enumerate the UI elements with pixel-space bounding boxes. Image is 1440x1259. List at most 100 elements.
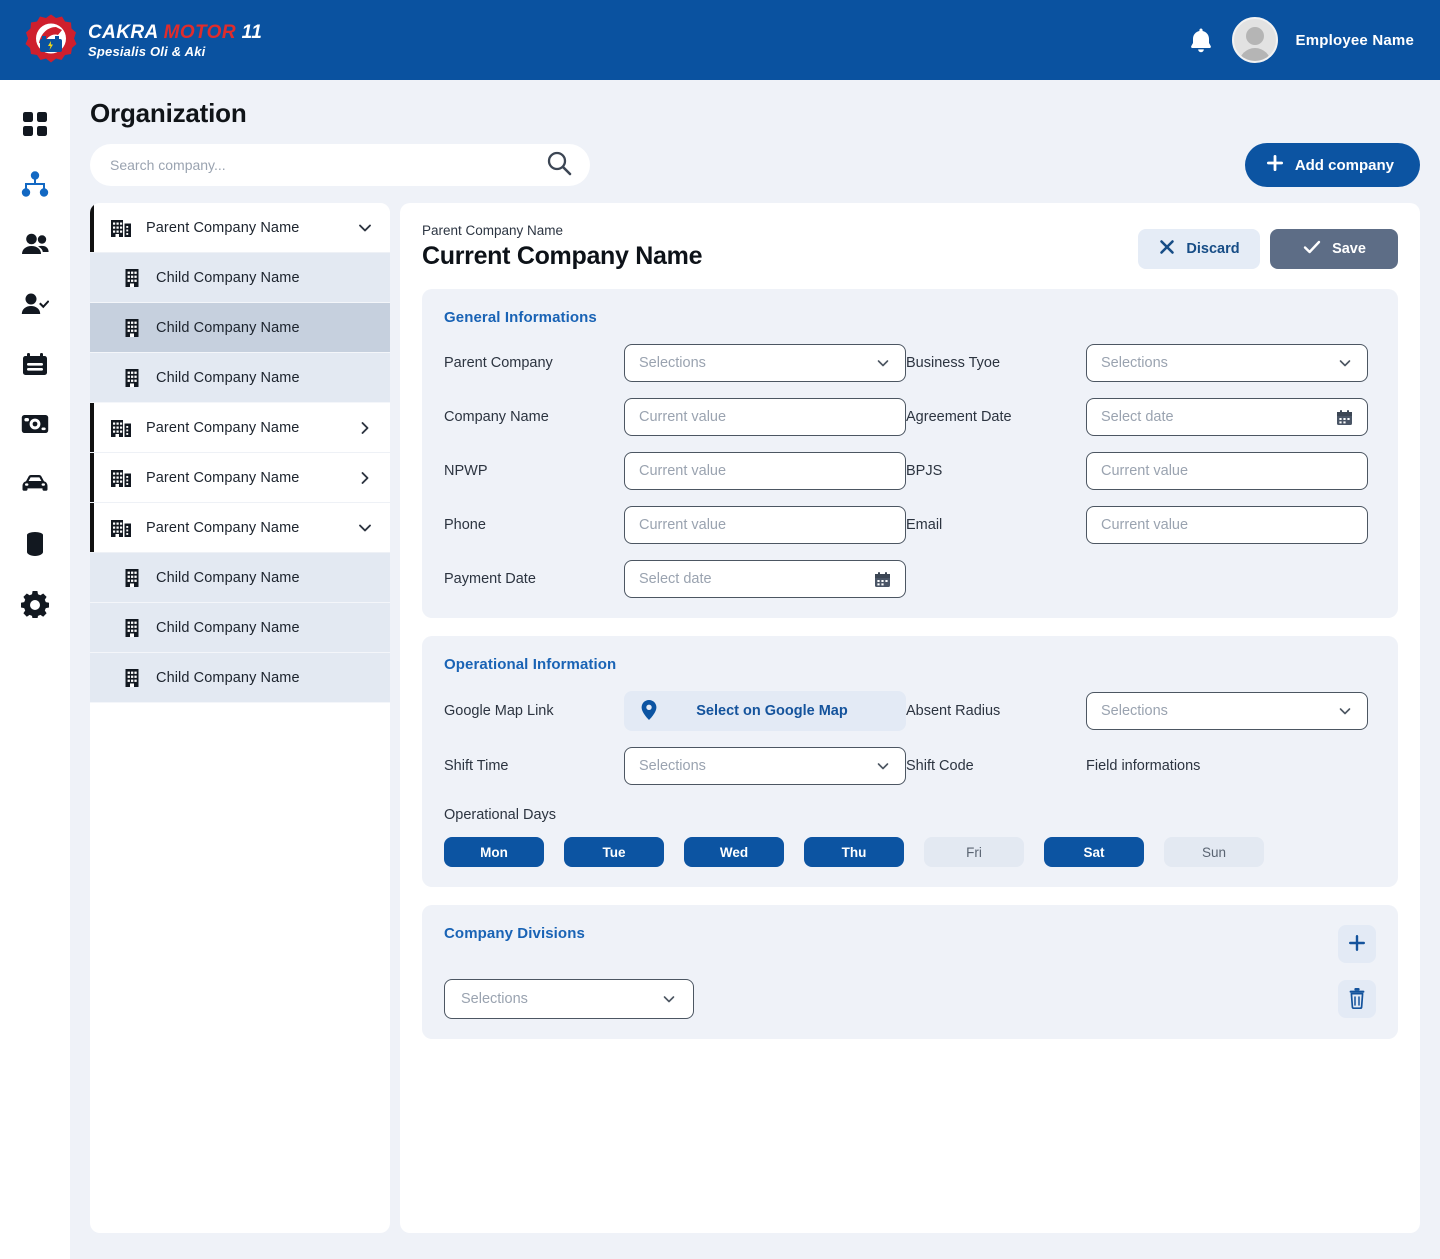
plus-icon (1346, 932, 1368, 957)
tree-item-label: Child Company Name (156, 369, 300, 386)
day-chip-sun[interactable]: Sun (1164, 837, 1264, 867)
sidebar-item-inspection[interactable] (13, 402, 57, 446)
calendar-icon[interactable] (874, 571, 891, 588)
chevron-down-icon[interactable] (356, 519, 374, 537)
company-name-field[interactable] (624, 398, 906, 436)
sidebar-item-settings[interactable] (13, 582, 57, 626)
discard-button[interactable]: Discard (1138, 229, 1260, 269)
email-field[interactable] (1086, 506, 1368, 544)
card-icon (22, 352, 48, 376)
tree-item-label: Parent Company Name (146, 219, 300, 236)
brand-wordmark: CAKRA MOTOR 11 Spesialis Oli & Aki (88, 23, 262, 58)
chevron-right-icon[interactable] (356, 419, 374, 437)
tree-item-parent[interactable]: Parent Company Name (90, 403, 390, 453)
sidebar-item-employees[interactable] (13, 222, 57, 266)
body-split: Parent Company Name Child Company Name C… (90, 203, 1420, 1233)
agreement-date-field[interactable]: Select date (1086, 398, 1368, 436)
add-company-button[interactable]: Add company (1244, 143, 1420, 187)
users-icon (21, 232, 49, 256)
delete-division-button[interactable] (1338, 980, 1376, 1018)
bpjs-field[interactable] (1086, 452, 1368, 490)
tree-item-child[interactable]: Child Company Name (90, 603, 390, 653)
business-type-select[interactable]: Selections (1086, 344, 1368, 382)
npwp-input[interactable] (639, 463, 891, 479)
avatar[interactable] (1231, 17, 1278, 63)
npwp-field[interactable] (624, 452, 906, 490)
tree-item-label: Parent Company Name (146, 519, 300, 536)
day-chip-fri[interactable]: Fri (924, 837, 1024, 867)
toolbar-row: Add company (90, 143, 1420, 187)
breadcrumb: Parent Company Name (422, 223, 564, 238)
chevron-right-icon[interactable] (356, 469, 374, 487)
close-x-icon (1158, 238, 1176, 260)
parent-company-icon (110, 217, 132, 239)
day-chip-mon[interactable]: Mon (444, 837, 544, 867)
sidebar-item-vehicles[interactable] (13, 462, 57, 506)
search-input[interactable] (110, 157, 546, 173)
battery-icon (24, 531, 46, 557)
division-value: Selections (461, 991, 528, 1007)
brand-logo[interactable]: CAKRA MOTOR 11 Spesialis Oli & Aki (24, 13, 262, 67)
label-agreement-date: Agreement Date (906, 409, 1012, 425)
division-delete-wrap (1338, 980, 1376, 1018)
phone-field[interactable] (624, 506, 906, 544)
car-icon (21, 473, 49, 495)
search-box[interactable] (90, 144, 590, 186)
sidebar-item-organization[interactable] (13, 162, 57, 206)
label-company-name: Company Name (444, 409, 549, 425)
phone-input[interactable] (639, 517, 891, 533)
bell-icon[interactable] (1188, 26, 1214, 54)
company-name-input[interactable] (639, 409, 891, 425)
tree-item-parent[interactable]: Parent Company Name (90, 503, 390, 553)
label-shift-time: Shift Time (444, 758, 509, 774)
tree-item-child[interactable]: Child Company Name (90, 653, 390, 703)
bpjs-input[interactable] (1101, 463, 1353, 479)
chevron-down-icon[interactable] (356, 219, 374, 237)
tree-item-child[interactable]: Child Company Name (90, 253, 390, 303)
child-company-icon (122, 367, 142, 389)
operational-days-row: Mon Tue Wed Thu Fri Sat Sun (444, 837, 1376, 867)
tree-item-parent[interactable]: Parent Company Name (90, 453, 390, 503)
parent-company-select[interactable]: Selections (624, 344, 906, 382)
operational-days-label: Operational Days (444, 807, 557, 823)
sidebar-item-payroll[interactable] (13, 342, 57, 386)
day-chip-tue[interactable]: Tue (564, 837, 664, 867)
search-icon[interactable] (546, 150, 572, 181)
division-select[interactable]: Selections (444, 979, 694, 1019)
tree-item-parent[interactable]: Parent Company Name (90, 203, 390, 253)
calendar-icon[interactable] (1336, 409, 1353, 426)
payment-date-field[interactable]: Select date (624, 560, 906, 598)
select-on-google-map-button[interactable]: Select on Google Map (624, 691, 906, 731)
day-chip-wed[interactable]: Wed (684, 837, 784, 867)
child-company-icon (122, 317, 142, 339)
sidebar-item-inventory[interactable] (13, 522, 57, 566)
add-division-button[interactable] (1338, 925, 1376, 963)
label-business-type: Business Tyoe (906, 355, 1001, 371)
tree-item-child[interactable]: Child Company Name (90, 553, 390, 603)
save-button[interactable]: Save (1270, 229, 1398, 269)
parent-company-icon (110, 417, 132, 439)
operational-information-section: Operational Information Google Map Link … (422, 636, 1398, 887)
absent-radius-select[interactable]: Selections (1086, 692, 1368, 730)
sidebar-item-dashboard[interactable] (13, 102, 57, 146)
chevron-down-icon (1337, 355, 1353, 371)
avatar-body (1238, 48, 1271, 61)
page-title: Organization (90, 98, 247, 128)
day-chip-sat[interactable]: Sat (1044, 837, 1144, 867)
page-content: Organization Add company (70, 80, 1440, 1259)
general-section-title: General Informations (444, 309, 597, 326)
tree-item-label: Child Company Name (156, 569, 300, 586)
day-chip-thu[interactable]: Thu (804, 837, 904, 867)
tree-item-label: Child Company Name (156, 619, 300, 636)
map-pin-icon (640, 699, 658, 724)
tree-item-child[interactable]: Child Company Name (90, 353, 390, 403)
sidebar-item-attendance[interactable] (13, 282, 57, 326)
shift-time-select[interactable]: Selections (624, 747, 906, 785)
gear-icon (21, 590, 49, 618)
parent-company-icon (110, 517, 132, 539)
child-company-icon (122, 617, 142, 639)
tree-item-label: Parent Company Name (146, 469, 300, 486)
email-input[interactable] (1101, 517, 1353, 533)
user-name-label: Employee Name (1295, 31, 1414, 49)
tree-item-child-selected[interactable]: Child Company Name (90, 303, 390, 353)
